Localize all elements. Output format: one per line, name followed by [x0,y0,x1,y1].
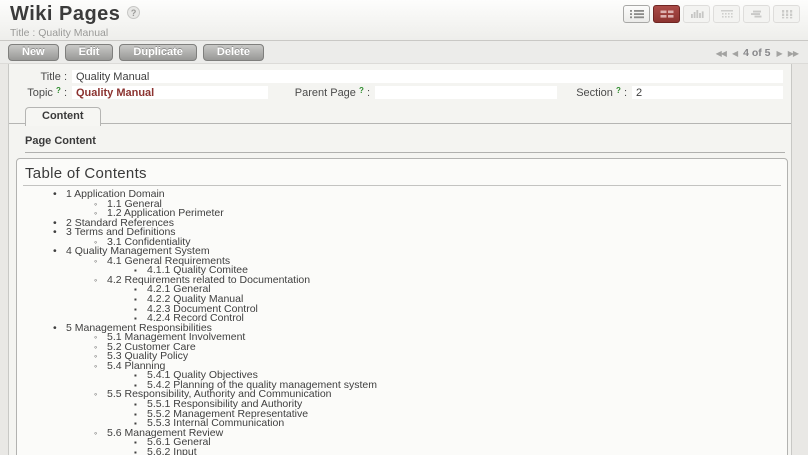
list-view-icon[interactable] [623,5,650,23]
toc-bullet-icon: ▪ [134,438,147,448]
section-field[interactable] [632,86,783,99]
toc-item: ◦4.2 Requirements related to Documentati… [17,276,787,286]
view-switcher [623,5,800,23]
page-content-separator: Page Content [25,131,785,153]
next-record-icon[interactable]: ▶ [777,49,782,58]
toc-bullet-icon: ▪ [134,410,147,420]
toc-bullet-icon: ◦ [94,390,107,400]
toc-bullet-icon: ▪ [134,400,147,410]
page-content-viewer[interactable]: Table of Contents •1 Application Domain◦… [16,158,788,455]
parent-page-help-icon[interactable]: ? [359,86,364,95]
title-field[interactable] [72,70,783,83]
toc-item: ▪5.6.1 General [17,438,787,448]
toc-heading: Table of Contents [17,159,787,183]
toolbar: New Edit Duplicate Delete ◀◀ ◀ 4 of 5 ▶ … [0,41,808,64]
edit-button[interactable]: Edit [65,44,114,61]
section-help-icon[interactable]: ? [616,86,621,95]
parent-page-field[interactable] [375,86,557,99]
topic-field[interactable] [72,86,268,99]
last-record-icon[interactable]: ▶▶ [788,49,798,58]
toc-bullet-icon: ▪ [134,285,147,295]
tab-content[interactable]: Content [25,107,101,126]
kanban-view-icon[interactable] [773,5,800,23]
toc-bullet-icon: ▪ [134,371,147,381]
duplicate-button[interactable]: Duplicate [119,44,197,61]
toc-item: ◦5.5 Responsibility, Authority and Commu… [17,390,787,400]
delete-button[interactable]: Delete [203,44,264,61]
toc-bullet-icon: • [53,324,66,334]
section-field-label: Section ? : [565,86,627,99]
toc-bullet-icon: ◦ [94,362,107,372]
topic-help-icon[interactable]: ? [56,86,61,95]
toc-bullet-icon: ◦ [94,429,107,439]
form-panel: Title : Topic ? : Parent Page ? : Sectio… [8,64,792,455]
graph-view-icon[interactable] [683,5,710,23]
previous-record-icon[interactable]: ◀ [732,49,737,58]
gantt-view-icon[interactable] [743,5,770,23]
pager-count: 4 of 5 [743,47,770,59]
toc-bullet-icon: ◦ [94,257,107,267]
calendar-view-icon[interactable] [713,5,740,23]
title-field-label: Title : [9,71,67,83]
toc-item: ◦5.4 Planning [17,362,787,372]
toc-item: ▪5.6.2 Input [17,448,787,455]
header: Wiki Pages? Title : Quality Manual [0,0,808,41]
notebook-tabbar: Content [9,105,791,124]
new-button[interactable]: New [8,44,59,61]
page-title: Wiki Pages? [10,3,140,26]
toc-item: ◦5.6 Management Review [17,429,787,439]
toc-item: ▪4.2.3 Document Control [17,305,787,315]
breadcrumb-subtitle: Title : Quality Manual [10,27,108,39]
toc-item: ▪5.4.1 Quality Objectives [17,371,787,381]
toc-bullet-icon: • [53,190,66,200]
toc-bullet-icon: ▪ [134,448,147,455]
toc-item: ▪4.2.2 Quality Manual [17,295,787,305]
toc-bullet-icon: ▪ [134,305,147,315]
toc-rule [23,185,781,186]
toc-bullet-icon: • [53,247,66,257]
toc-bullet-icon: ◦ [94,276,107,286]
toc-item: ◦4.1 General Requirements [17,257,787,267]
toc-bullet-icon: • [53,228,66,238]
parent-page-field-label: Parent Page ? : [276,86,370,99]
toc-item-text: 5.6.2 Input [147,448,197,455]
record-pager: ◀◀ ◀ 4 of 5 ▶ ▶▶ [716,47,798,59]
help-icon[interactable]: ? [127,6,140,19]
form-view-icon[interactable] [653,5,680,23]
topic-field-label: Topic ? : [9,86,67,99]
toc-item: ▪5.5.1 Responsibility and Authority [17,400,787,410]
toc-item: ▪5.5.2 Management Representative [17,410,787,420]
separator-line [25,152,785,153]
toc-list: •1 Application Domain◦1.1 General◦1.2 Ap… [17,190,787,455]
toc-bullet-icon: ▪ [134,295,147,305]
first-record-icon[interactable]: ◀◀ [716,49,726,58]
page-content-label: Page Content [25,135,96,147]
toc-item: ▪4.2.1 General [17,285,787,295]
